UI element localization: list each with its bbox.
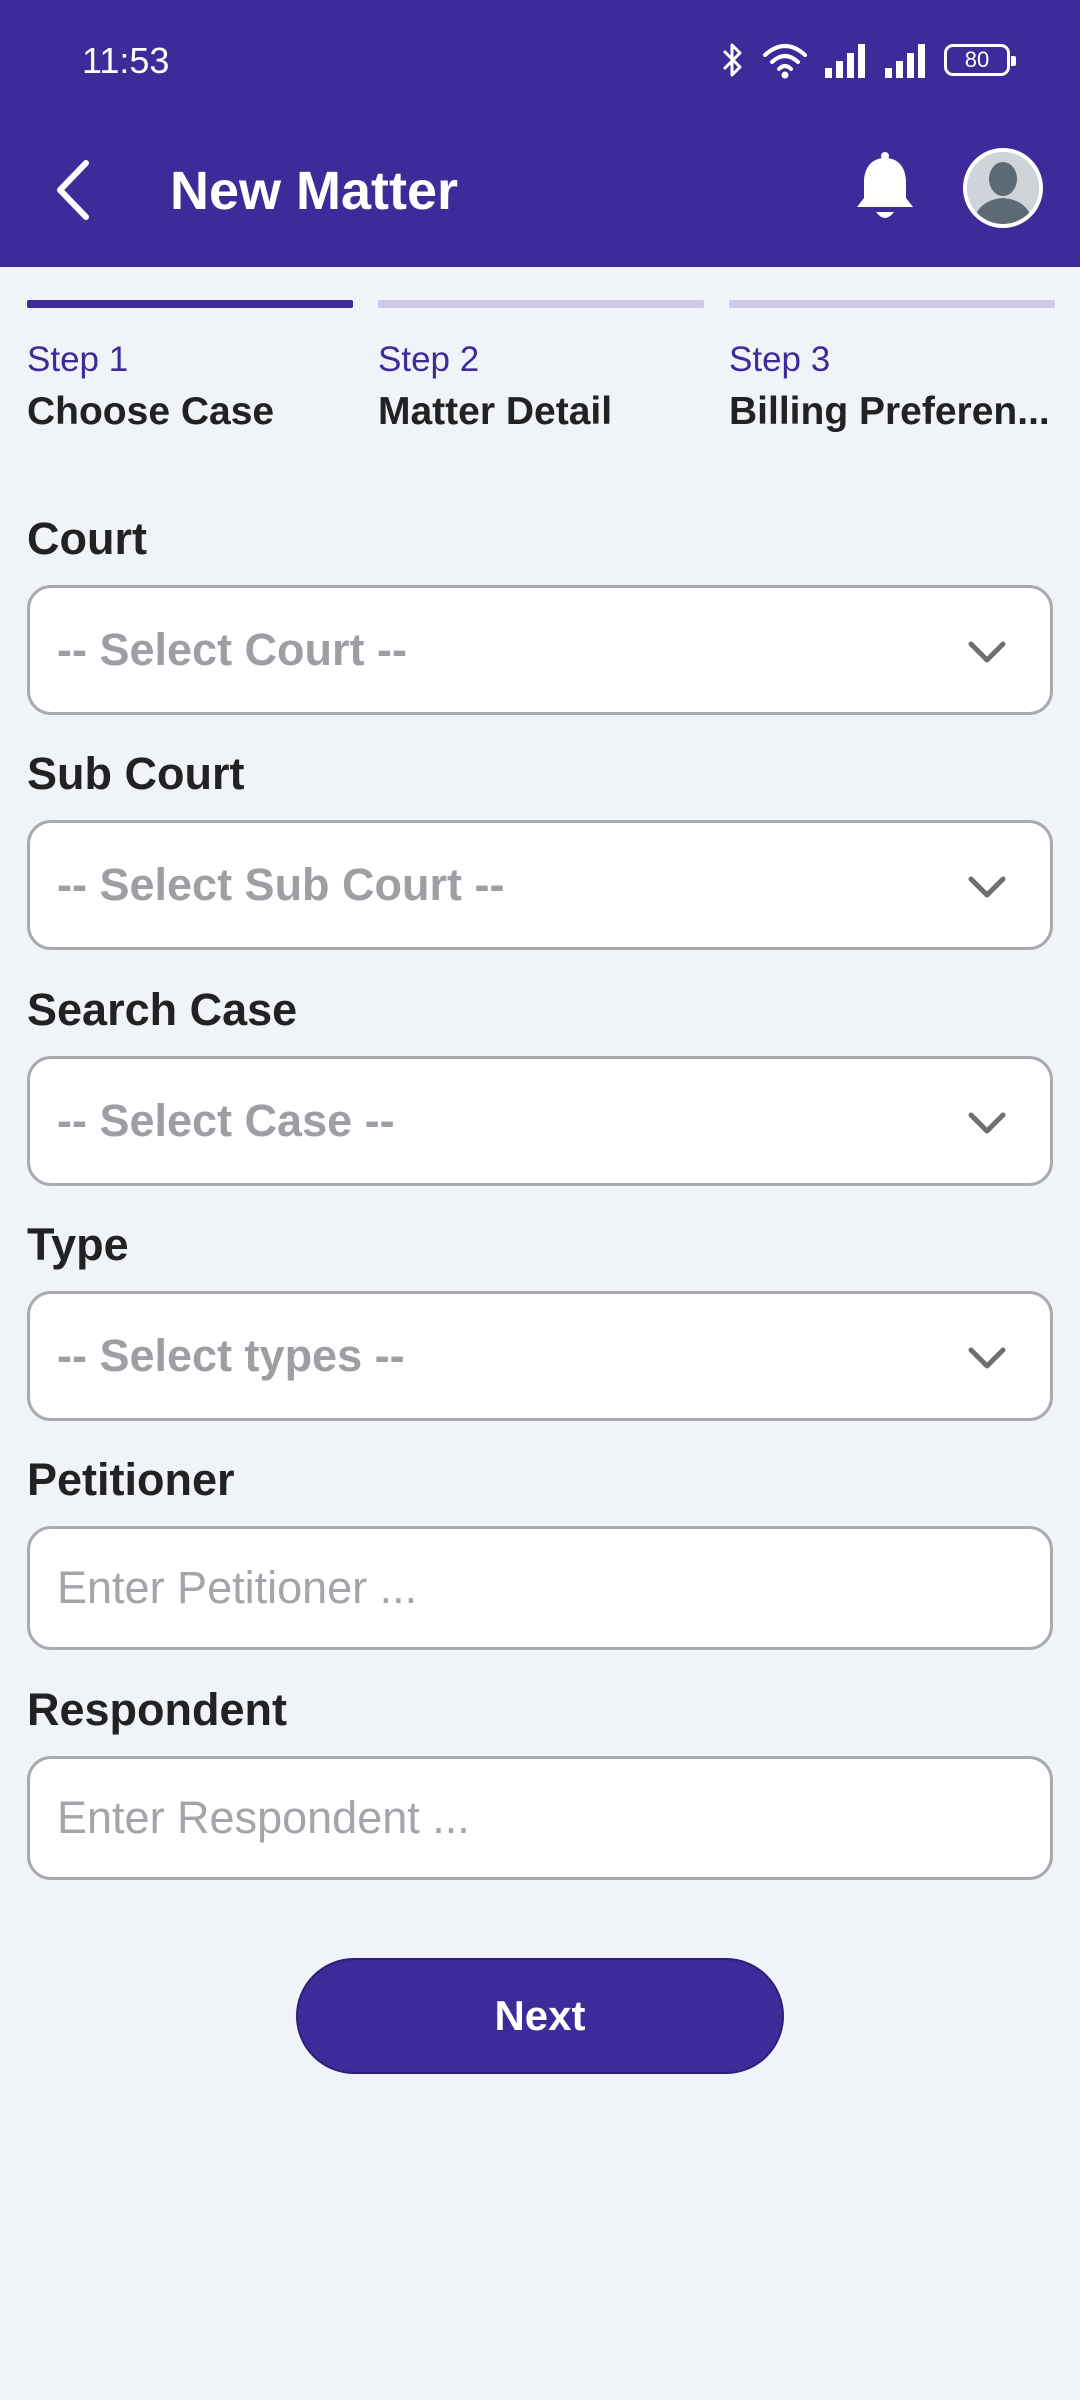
sub-court-label: Sub Court xyxy=(27,748,245,799)
sub-court-placeholder: -- Select Sub Court -- xyxy=(57,859,505,910)
type-placeholder: -- Select types -- xyxy=(57,1330,405,1381)
bell-icon[interactable] xyxy=(850,150,920,226)
wifi-icon xyxy=(763,44,807,79)
next-button[interactable]: Next xyxy=(296,1958,784,2074)
step-1-name: Choose Case xyxy=(27,390,275,433)
petitioner-input[interactable] xyxy=(27,1526,1053,1650)
status-time: 11:53 xyxy=(82,40,170,81)
step-1[interactable]: Step 1 Choose Case xyxy=(27,300,353,434)
chevron-down-icon xyxy=(968,1112,1006,1134)
step-3-number: Step 3 xyxy=(729,340,831,379)
bluetooth-icon xyxy=(722,43,742,77)
chevron-down-icon xyxy=(968,1347,1006,1369)
court-placeholder: -- Select Court -- xyxy=(57,624,408,675)
type-select[interactable]: -- Select types -- xyxy=(27,1291,1053,1421)
type-label: Type xyxy=(27,1219,129,1270)
search-case-label: Search Case xyxy=(27,984,298,1035)
petitioner-label: Petitioner xyxy=(27,1454,235,1505)
step-3[interactable]: Step 3 Billing Preferen... xyxy=(729,300,1055,434)
status-icons: 80 xyxy=(720,40,1016,80)
step-1-number: Step 1 xyxy=(27,340,129,379)
battery-indicator: 80 xyxy=(944,44,1016,76)
court-select[interactable]: -- Select Court -- xyxy=(27,585,1053,715)
step-2-progress-bar xyxy=(378,300,704,308)
back-arrow-icon[interactable] xyxy=(50,155,94,225)
avatar[interactable] xyxy=(963,148,1043,228)
app-bar: 11:53 80 New Matter xyxy=(0,0,1080,267)
step-3-name: Billing Preferen... xyxy=(729,390,1050,433)
respondent-label: Respondent xyxy=(27,1684,288,1735)
user-icon xyxy=(967,152,1039,224)
search-case-select[interactable]: -- Select Case -- xyxy=(27,1056,1053,1186)
sub-court-select[interactable]: -- Select Sub Court -- xyxy=(27,820,1053,950)
step-2-name: Matter Detail xyxy=(378,390,613,433)
chevron-down-icon xyxy=(968,641,1006,663)
court-label: Court xyxy=(27,513,147,564)
chevron-down-icon xyxy=(968,876,1006,898)
page-title: New Matter xyxy=(170,161,459,221)
search-case-placeholder: -- Select Case -- xyxy=(57,1095,395,1146)
signal-icon xyxy=(825,44,865,78)
step-2-number: Step 2 xyxy=(378,340,480,379)
step-2[interactable]: Step 2 Matter Detail xyxy=(378,300,704,434)
step-3-progress-bar xyxy=(729,300,1055,308)
respondent-input[interactable] xyxy=(27,1756,1053,1880)
step-1-progress-bar xyxy=(27,300,353,308)
signal-icon-2 xyxy=(885,44,925,78)
